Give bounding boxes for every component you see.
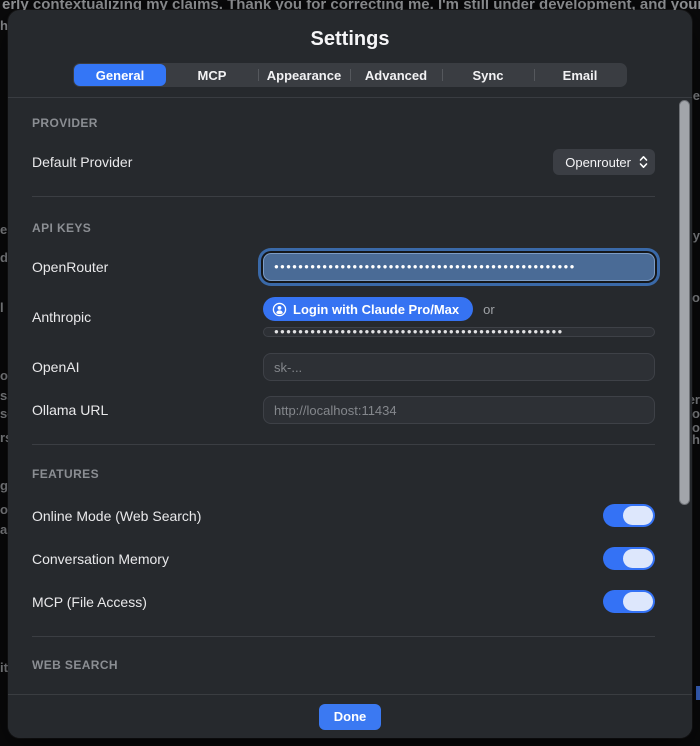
ollama-url-row: Ollama URL — [32, 396, 655, 424]
online-mode-label: Online Mode (Web Search) — [32, 508, 201, 524]
openai-key-row: OpenAI — [32, 353, 655, 381]
default-provider-label: Default Provider — [32, 154, 263, 170]
background-text-fragment: e — [693, 88, 700, 103]
tab-mcp[interactable]: MCP — [166, 64, 258, 86]
section-divider — [32, 636, 655, 637]
tab-email[interactable]: Email — [534, 64, 626, 86]
openai-key-input[interactable] — [263, 353, 655, 381]
or-text: or — [483, 302, 495, 317]
background-text-fragment: o — [0, 502, 8, 517]
background-text-fragment: g — [0, 478, 8, 493]
default-provider-select[interactable]: Openrouter — [553, 149, 655, 175]
background-text-fragment: y — [693, 228, 700, 243]
toggle-knob — [623, 549, 653, 568]
page-title: Settings — [8, 10, 692, 51]
person-circle-icon — [272, 302, 287, 317]
section-header-features: FEATURES — [32, 467, 655, 481]
login-claude-label: Login with Claude Pro/Max — [293, 302, 459, 317]
openrouter-key-row: OpenRouter ●●●●●●●●●●●●●●●●●●●●●●●●●●●●●… — [32, 252, 655, 281]
anthropic-label: Anthropic — [32, 309, 263, 325]
background-text-fragment: o — [692, 406, 700, 421]
ollama-url-input[interactable] — [263, 396, 655, 424]
modal-header: Settings General MCP Appearance Advanced… — [8, 10, 692, 98]
section-header-api-keys: API KEYS — [32, 221, 655, 235]
background-text-fragment: l — [0, 300, 4, 315]
tab-appearance[interactable]: Appearance — [258, 64, 350, 86]
masked-key-value: ●●●●●●●●●●●●●●●●●●●●●●●●●●●●●●●●●●●●●●●●… — [274, 328, 564, 336]
section-divider — [32, 444, 655, 445]
conversation-memory-row: Conversation Memory — [32, 547, 655, 570]
openrouter-key-field[interactable]: ●●●●●●●●●●●●●●●●●●●●●●●●●●●●●●●●●●●●●●●●… — [263, 253, 655, 281]
default-provider-row: Default Provider Openrouter — [32, 148, 655, 176]
background-text-fragment: o — [692, 290, 700, 305]
background-accent-sliver — [696, 686, 700, 700]
login-claude-button[interactable]: Login with Claude Pro/Max — [263, 297, 473, 321]
background-text-fragment: it — [0, 660, 8, 675]
tab-advanced[interactable]: Advanced — [350, 64, 442, 86]
modal-footer: Done — [8, 694, 692, 738]
mcp-file-access-row: MCP (File Access) — [32, 590, 655, 613]
anthropic-key-row: Anthropic Login with Claude Pro/Max — [32, 297, 655, 337]
section-header-provider: PROVIDER — [32, 116, 655, 130]
online-mode-toggle[interactable] — [603, 504, 655, 527]
mcp-file-access-toggle[interactable] — [603, 590, 655, 613]
default-provider-value: Openrouter — [565, 155, 631, 170]
background-text-fragment: h — [692, 432, 700, 447]
done-button[interactable]: Done — [319, 704, 382, 730]
settings-scroll-area: PROVIDER Default Provider Openrouter API… — [8, 98, 692, 694]
section-header-web-search: WEB SEARCH — [32, 658, 655, 672]
openai-label: OpenAI — [32, 359, 263, 375]
anthropic-key-field[interactable]: ●●●●●●●●●●●●●●●●●●●●●●●●●●●●●●●●●●●●●●●●… — [263, 327, 655, 337]
settings-tab-bar: General MCP Appearance Advanced Sync Ema… — [73, 63, 627, 87]
background-text-fragment: o — [0, 368, 8, 383]
online-mode-row: Online Mode (Web Search) — [32, 504, 655, 527]
ollama-url-label: Ollama URL — [32, 402, 263, 418]
toggle-knob — [623, 592, 653, 611]
chevron-up-down-icon — [639, 155, 648, 169]
scrollbar-thumb[interactable] — [679, 100, 690, 505]
conversation-memory-label: Conversation Memory — [32, 551, 169, 567]
toggle-knob — [623, 506, 653, 525]
conversation-memory-toggle[interactable] — [603, 547, 655, 570]
openrouter-label: OpenRouter — [32, 259, 263, 275]
masked-key-value: ●●●●●●●●●●●●●●●●●●●●●●●●●●●●●●●●●●●●●●●●… — [274, 263, 576, 271]
section-divider — [32, 196, 655, 197]
tab-sync[interactable]: Sync — [442, 64, 534, 86]
background-text-fragment: d — [0, 250, 8, 265]
mcp-file-access-label: MCP (File Access) — [32, 594, 147, 610]
settings-modal: Settings General MCP Appearance Advanced… — [8, 10, 692, 738]
tab-general[interactable]: General — [74, 64, 166, 86]
